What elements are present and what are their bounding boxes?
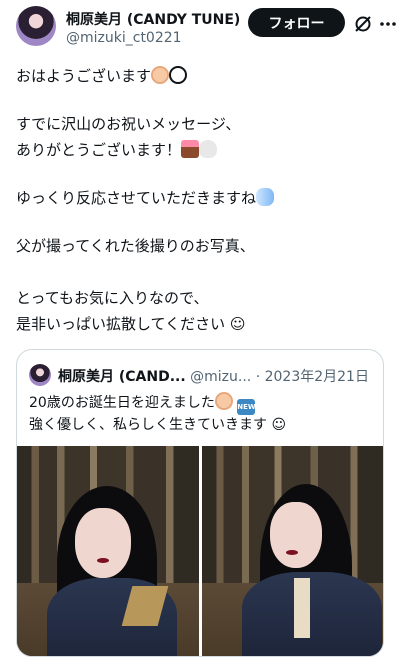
quoted-author-handle: @mizu... (190, 369, 252, 385)
new-button-emoji-icon: NEW (237, 399, 256, 415)
tweet-line-text: 是非いっぱい拡散してください ☺ (16, 315, 246, 333)
quoted-date[interactable]: 2023年2月21日 (265, 369, 369, 385)
tweet-line: 是非いっぱい拡散してください ☺ (16, 314, 246, 335)
photo-right[interactable] (202, 446, 383, 656)
quoted-line: 強く優しく、私らしく生きていきます ☺ (29, 415, 286, 435)
grok-slash-circle-icon[interactable] (353, 14, 373, 34)
cake-emoji-icon (181, 140, 200, 158)
quoted-separator: · (255, 369, 261, 385)
white-heart-emoji-icon (199, 140, 218, 158)
tweet-line-text: 父が撮ってくれた後撮りのお写真、 (16, 237, 255, 255)
quoted-tweet-card[interactable]: 桐原美月 (CAND... @mizu... · 2023年2月21日 20歳の… (16, 349, 384, 657)
follow-button[interactable]: フォロー (248, 8, 345, 37)
baby-emoji-icon (151, 66, 170, 84)
quoted-line-text: 強く優しく、私らしく生きていきます ☺ (29, 417, 287, 433)
tweet-line: とってもお気に入りなので、 (16, 288, 208, 309)
quoted-line-text: 20歳のお誕生日を迎えました (29, 395, 215, 411)
tweet-line: すでに沢山のお祝いメッセージ、 (16, 114, 240, 135)
tweet-line: ありがとうございます！ (16, 140, 218, 161)
tweet-line-text: ありがとうございます！ (16, 141, 182, 159)
author-handle[interactable]: @mizuki_ct0221 (66, 30, 182, 46)
tweet-line-text: ゆっくり反応させていただきますね (16, 189, 257, 207)
tweet-line: ゆっくり反応させていただきますね (16, 188, 275, 209)
quoted-author-name: 桐原美月 (CAND... (58, 369, 186, 385)
tweet-line: おはようございます (16, 66, 188, 87)
author-avatar[interactable] (16, 6, 56, 46)
baby-emoji-icon (214, 392, 233, 410)
more-dots-icon[interactable] (378, 14, 398, 34)
quoted-tweet-header: 桐原美月 (CAND... @mizu... · 2023年2月21日 (58, 366, 369, 386)
quoted-line: 20歳のお誕生日を迎えました NEW (29, 392, 286, 415)
quoted-author-avatar (29, 364, 51, 386)
photo-left[interactable] (17, 446, 199, 656)
tweet-line-text: おはようございます (16, 67, 152, 85)
taurus-emoji-icon (169, 66, 188, 84)
dash-emoji-icon (256, 188, 275, 206)
author-display-name[interactable]: 桐原美月 (CANDY TUNE) (66, 9, 240, 29)
quoted-media-grid (17, 446, 383, 656)
tweet-line-text: すでに沢山のお祝いメッセージ、 (16, 115, 241, 133)
tweet-line-text: とってもお気に入りなので、 (16, 289, 209, 307)
tweet-header: 桐原美月 (CANDY TUNE) @mizuki_ct0221 フォロー (16, 6, 396, 50)
tweet-line: 父が撮ってくれた後撮りのお写真、 (16, 236, 255, 257)
quoted-tweet-text: 20歳のお誕生日を迎えました NEW 強く優しく、私らしく生きていきます ☺ (29, 392, 286, 435)
